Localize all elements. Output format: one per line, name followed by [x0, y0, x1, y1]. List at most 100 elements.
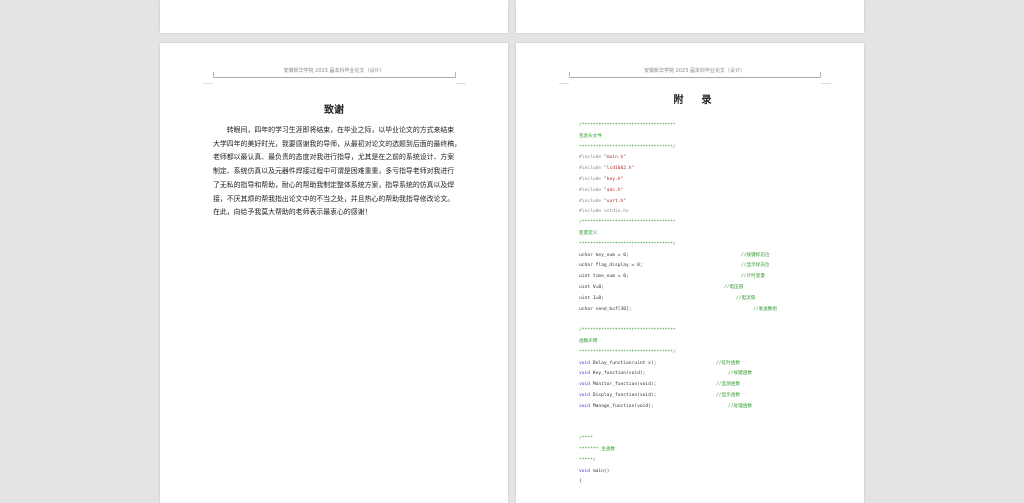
code-include: #include [579, 155, 604, 161]
code-comment: /**** [579, 436, 593, 442]
code-string: "main.h" [603, 155, 627, 161]
code-line: 函数声明 [579, 337, 839, 348]
code-text: uchar flag_display = 0; [579, 263, 643, 269]
header-corner-mark [569, 72, 570, 78]
code-include: #include [579, 198, 604, 204]
code-line: #include <stdio.h> [579, 207, 839, 218]
code-line: ******* 主函数 [579, 445, 839, 456]
code-comment: 函数声明 [579, 338, 598, 344]
acknowledgement-body: 转眼间，四年的学习生涯即将结束，在毕业之际，以毕业论文的方式来结束 大学四年的美好… [213, 124, 463, 220]
header-rule [213, 77, 455, 78]
code-include: #include <stdio.h> [579, 209, 629, 215]
page-header: 安徽新华学院 2023 届本科毕业论文（设计） [283, 68, 385, 74]
code-line: void Manage_function(void); //处理函数 [579, 402, 839, 413]
paragraph-line: 在此，向给予我莫大帮助的老师表示最衷心的感谢！ [213, 208, 372, 217]
code-keyword: void [579, 403, 591, 409]
code-text: Delay_function(uint x); [590, 360, 657, 366]
code-comment: /********************************** [579, 328, 676, 334]
code-line: uint time_num = 0; //计时变量 [579, 272, 839, 283]
appendix-code: /********************************** 包含头文件… [579, 121, 839, 488]
code-text: main() [590, 468, 610, 474]
code-text: { [579, 479, 582, 485]
code-text: Manage_function(void); [590, 403, 654, 409]
code-string: "adc.h" [603, 187, 624, 193]
code-comment: **********************************/ [579, 349, 676, 355]
code-line: **********************************/ [579, 348, 839, 359]
code-text: uint time_num = 0; [579, 274, 629, 280]
header-corner-mark [821, 83, 831, 84]
code-inline-comment: //电压值 [724, 284, 744, 290]
code-line: void Display_function(void); //显示函数 [579, 391, 839, 402]
code-include: #include [579, 166, 604, 172]
code-line: #include "key.h" [579, 175, 839, 186]
code-line: void Monitor_function(void); //监测函数 [579, 380, 839, 391]
code-comment: **********************************/ [579, 144, 676, 150]
code-comment: ******* 主函数 [579, 446, 615, 452]
code-line: uint V=0; //电压值 [579, 283, 839, 294]
code-inline-comment: //电流值 [736, 295, 756, 301]
code-line [579, 315, 839, 326]
code-line: *****/ [579, 456, 839, 467]
code-string: "lcd1602.h" [603, 166, 635, 172]
code-string: "key.h" [603, 176, 624, 182]
code-keyword: void [579, 360, 591, 366]
code-keyword: void [579, 392, 591, 398]
code-line: 变量定义 [579, 229, 839, 240]
code-inline-comment: //处理函数 [728, 403, 752, 409]
code-line: uint I=0; //电流值 [579, 294, 839, 305]
code-text: Display_function(void); [590, 392, 657, 398]
header-rule [569, 77, 820, 78]
header-corner-mark [203, 83, 213, 84]
code-inline-comment: //按键标志位 [741, 252, 770, 258]
code-inline-comment: //显示标志位 [741, 263, 770, 269]
code-keyword: void [579, 371, 591, 377]
code-text: uint I=0; [579, 295, 604, 301]
code-line: void Key_function(void); //按键函数 [579, 369, 839, 380]
code-line: uchar send_buf[30]; //发送数组 [579, 305, 839, 316]
header-corner-mark [455, 72, 456, 78]
header-corner-mark [456, 83, 466, 84]
header-corner-mark [213, 72, 214, 78]
code-string: "uart.h" [603, 198, 627, 204]
paragraph-line: 了无私的指导和帮助，耐心的帮助我制定整体系统方案，指导系统的仿真以及焊 [213, 180, 455, 189]
code-comment: 变量定义 [579, 230, 598, 236]
code-comment: **********************************/ [579, 241, 676, 247]
code-text: Key_function(void); [590, 371, 646, 377]
code-line: /**** [579, 434, 839, 445]
code-inline-comment: //监测函数 [716, 382, 740, 388]
appendix-title: 附 录 [673, 95, 716, 106]
code-line: /********************************** [579, 326, 839, 337]
code-line: #include "adc.h" [579, 186, 839, 197]
code-line: #include "lcd1602.h" [579, 164, 839, 175]
code-include: #include [579, 187, 604, 193]
paragraph-line: 老师都以最认真、最负责的态度对我进行指导，尤其是在之前的系统设计、方案 [213, 153, 455, 162]
code-line: **********************************/ [579, 143, 839, 154]
paragraph-line: 转眼间，四年的学习生涯即将结束，在毕业之际，以毕业论文的方式来结束 [213, 126, 455, 134]
code-text: uint V=0; [579, 284, 604, 290]
code-comment: /********************************** [579, 220, 676, 226]
header-corner-mark [559, 83, 569, 84]
page-top-left [160, 0, 508, 33]
code-line: #include "main.h" [579, 153, 839, 164]
code-line: uchar key_num = 0; //按键标志位 [579, 251, 839, 262]
code-line: 包含头文件 [579, 132, 839, 143]
code-keyword: void [579, 382, 591, 388]
code-text: Monitor_function(void); [590, 382, 657, 388]
code-inline-comment: //计时变量 [741, 274, 765, 280]
paragraph-line: 大学四年的美好时光，我要感谢我的导师，从最初对论文的选题到后面的最终稿， [213, 139, 462, 148]
code-line: void main() [579, 467, 839, 478]
code-text: uchar key_num = 0; [579, 252, 629, 258]
code-line: /********************************** [579, 121, 839, 132]
code-inline-comment: //发送数组 [753, 306, 777, 312]
paragraph-line: 接，不厌其烦的帮我指出论文中的不当之处，并且热心的帮助我指导修改论文。 [213, 194, 455, 203]
code-inline-comment: //按键函数 [728, 371, 752, 377]
code-line: void Delay_function(uint x); //延时函数 [579, 359, 839, 370]
code-line [579, 413, 839, 424]
code-inline-comment: //显示函数 [716, 392, 740, 398]
code-keyword: void [579, 468, 591, 474]
code-line: /********************************** [579, 218, 839, 229]
code-line [579, 423, 839, 434]
